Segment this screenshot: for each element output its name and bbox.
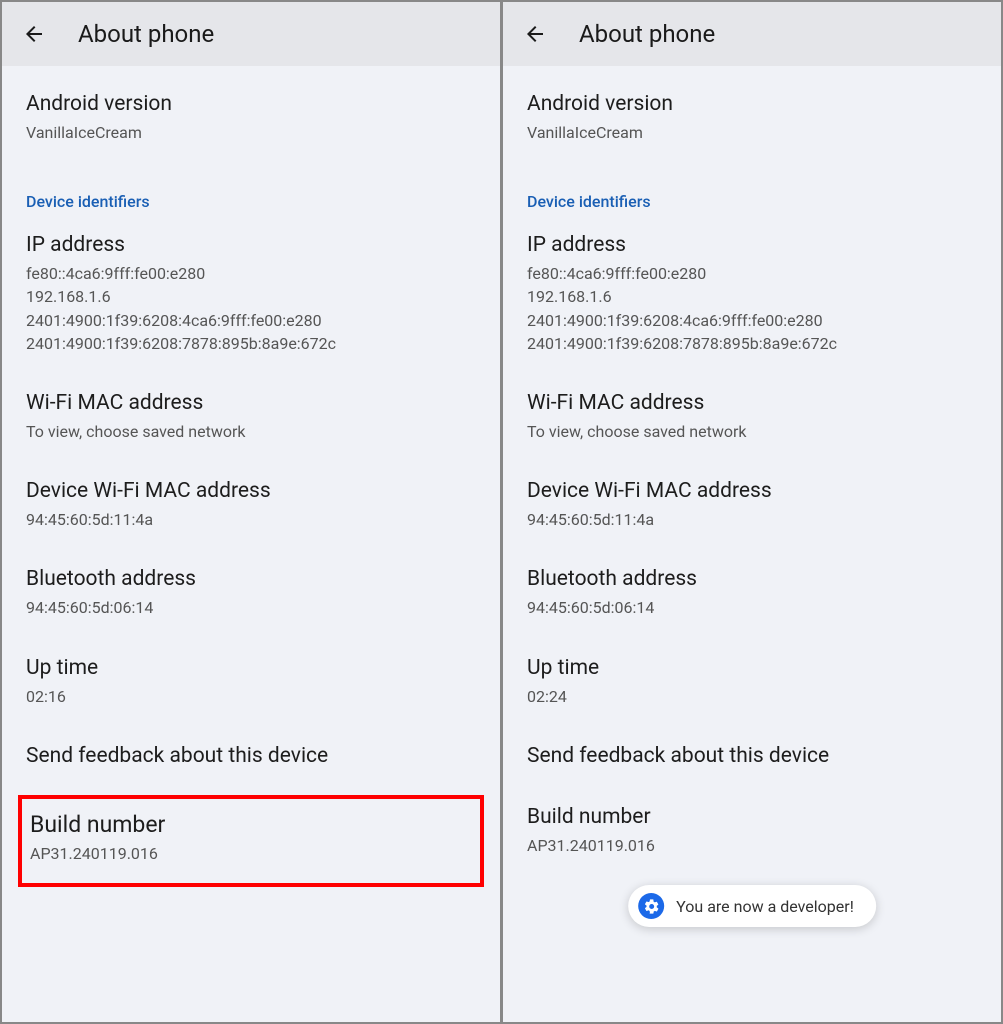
android-version-item[interactable]: Android version VanillaIceCream [26, 74, 476, 162]
device-wifi-mac-item[interactable]: Device Wi-Fi MAC address 94:45:60:5d:11:… [527, 461, 977, 549]
device-wifi-mac-label: Device Wi-Fi MAC address [26, 479, 476, 503]
device-wifi-mac-item[interactable]: Device Wi-Fi MAC address 94:45:60:5d:11:… [26, 461, 476, 549]
back-arrow-icon[interactable] [523, 22, 547, 46]
wifi-mac-item[interactable]: Wi-Fi MAC address To view, choose saved … [527, 373, 977, 461]
android-version-label: Android version [527, 92, 977, 116]
uptime-value: 02:24 [527, 685, 977, 708]
uptime-item[interactable]: Up time 02:24 [527, 638, 977, 726]
build-number-item[interactable]: Build number AP31.240119.016 [30, 811, 472, 865]
ip-address-item[interactable]: IP address fe80::4ca6:9fff:fe00:e280 192… [26, 215, 476, 373]
device-wifi-mac-label: Device Wi-Fi MAC address [527, 479, 977, 503]
bluetooth-item[interactable]: Bluetooth address 94:45:60:5d:06:14 [26, 549, 476, 637]
back-arrow-icon[interactable] [22, 22, 46, 46]
content-area: Android version VanillaIceCream Device i… [503, 66, 1001, 1022]
wifi-mac-label: Wi-Fi MAC address [26, 391, 476, 415]
left-panel: About phone Android version VanillaIceCr… [2, 2, 500, 1022]
device-identifiers-header: Device identifiers [527, 162, 977, 215]
wifi-mac-value: To view, choose saved network [527, 420, 977, 443]
bluetooth-label: Bluetooth address [26, 567, 476, 591]
uptime-value: 02:16 [26, 685, 476, 708]
ip-address-value: fe80::4ca6:9fff:fe00:e280 192.168.1.6 24… [527, 262, 977, 355]
uptime-label: Up time [527, 656, 977, 680]
device-wifi-mac-value: 94:45:60:5d:11:4a [26, 508, 476, 531]
developer-toast: You are now a developer! [628, 885, 876, 927]
wifi-mac-label: Wi-Fi MAC address [527, 391, 977, 415]
build-number-item[interactable]: Build number AP31.240119.016 [527, 791, 977, 875]
device-wifi-mac-value: 94:45:60:5d:11:4a [527, 508, 977, 531]
android-version-value: VanillaIceCream [527, 121, 977, 144]
ip-address-value: fe80::4ca6:9fff:fe00:e280 192.168.1.6 24… [26, 262, 476, 355]
feedback-label: Send feedback about this device [527, 744, 977, 768]
page-title: About phone [579, 20, 715, 48]
build-number-value: AP31.240119.016 [30, 842, 472, 865]
app-bar: About phone [2, 2, 500, 66]
uptime-item[interactable]: Up time 02:16 [26, 638, 476, 726]
build-number-value: AP31.240119.016 [527, 834, 977, 857]
wifi-mac-value: To view, choose saved network [26, 420, 476, 443]
wifi-mac-item[interactable]: Wi-Fi MAC address To view, choose saved … [26, 373, 476, 461]
android-version-item[interactable]: Android version VanillaIceCream [527, 74, 977, 162]
build-number-label: Build number [30, 811, 472, 838]
bluetooth-label: Bluetooth address [527, 567, 977, 591]
toast-text: You are now a developer! [676, 897, 854, 916]
bluetooth-item[interactable]: Bluetooth address 94:45:60:5d:06:14 [527, 549, 977, 637]
feedback-label: Send feedback about this device [26, 744, 476, 768]
app-bar: About phone [503, 2, 1001, 66]
device-identifiers-header: Device identifiers [26, 162, 476, 215]
ip-address-item[interactable]: IP address fe80::4ca6:9fff:fe00:e280 192… [527, 215, 977, 373]
bluetooth-value: 94:45:60:5d:06:14 [26, 596, 476, 619]
feedback-item[interactable]: Send feedback about this device [26, 726, 476, 791]
feedback-item[interactable]: Send feedback about this device [527, 726, 977, 791]
build-number-label: Build number [527, 805, 977, 829]
android-version-label: Android version [26, 92, 476, 116]
bluetooth-value: 94:45:60:5d:06:14 [527, 596, 977, 619]
ip-address-label: IP address [527, 233, 977, 257]
gear-icon [638, 893, 664, 919]
android-version-value: VanillaIceCream [26, 121, 476, 144]
build-number-highlight: Build number AP31.240119.016 [18, 795, 484, 887]
right-panel: About phone Android version VanillaIceCr… [503, 2, 1001, 1022]
content-area: Android version VanillaIceCream Device i… [2, 66, 500, 1022]
uptime-label: Up time [26, 656, 476, 680]
ip-address-label: IP address [26, 233, 476, 257]
page-title: About phone [78, 20, 214, 48]
